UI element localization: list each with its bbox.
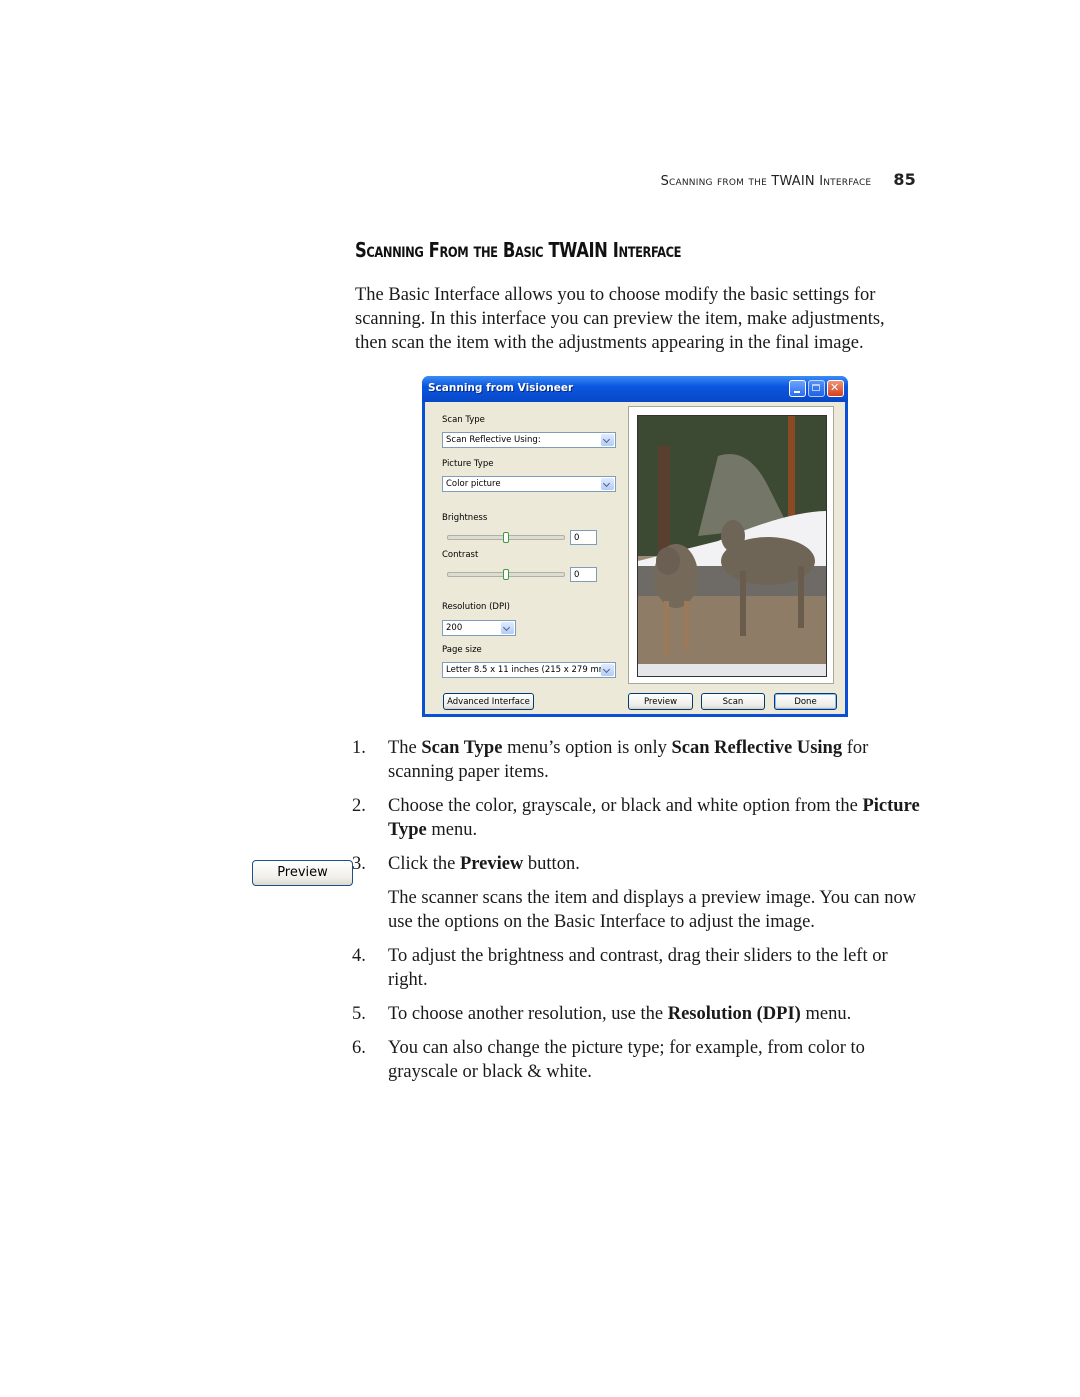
page-number: 85: [893, 170, 916, 189]
step-item: 4. To adjust the brightness and contrast,…: [352, 944, 922, 992]
ui-term: Preview: [459, 854, 524, 874]
brightness-slider[interactable]: [447, 532, 565, 543]
step-text: Click the Preview button.: [388, 852, 922, 876]
step-text-run: menu’s option is only: [502, 738, 672, 758]
contrast-slider[interactable]: [447, 569, 565, 580]
step-text-run: The: [388, 738, 422, 758]
brightness-label: Brightness: [442, 513, 488, 523]
page-size-value: Letter 8.5 x 11 inches (215 x 279 mm): [446, 665, 611, 675]
section-title: Scanning From the Basic TWAIN Interface: [355, 238, 682, 262]
preview-image: [637, 415, 827, 677]
step-text-run: To choose another resolution, use the: [388, 1004, 668, 1024]
contrast-label: Contrast: [442, 550, 479, 560]
dialog-title: Scanning from Visioneer: [428, 382, 574, 394]
picture-type-value: Color picture: [446, 479, 501, 489]
resolution-value: 200: [446, 623, 463, 633]
step-number: 1.: [352, 738, 366, 758]
step-number: 5.: [352, 1004, 366, 1024]
preview-button-illustration[interactable]: Preview: [252, 860, 353, 886]
maximize-icon[interactable]: [808, 380, 825, 397]
step-number: 3.: [352, 854, 366, 874]
step-text: You can also change the picture type; fo…: [388, 1036, 922, 1084]
resolution-select[interactable]: 200: [442, 620, 516, 636]
chevron-down-icon: [501, 622, 514, 634]
step-text: To choose another resolution, use the Re…: [388, 1002, 922, 1026]
step-text-run: menu.: [800, 1004, 852, 1024]
dialog-titlebar: Scanning from Visioneer: [422, 376, 848, 402]
picture-type-select[interactable]: Color picture: [442, 476, 616, 492]
ui-term: Scan Type: [421, 738, 503, 758]
chevron-down-icon: [601, 478, 614, 490]
contrast-value[interactable]: 0: [570, 567, 597, 582]
brightness-slider-thumb[interactable]: [503, 532, 509, 543]
resolution-label: Resolution (DPI): [442, 602, 510, 612]
scan-type-label: Scan Type: [442, 415, 485, 425]
deer-photo: [638, 416, 826, 676]
step-item: 2. Choose the color, grayscale, or black …: [352, 794, 922, 842]
done-button[interactable]: Done: [774, 693, 837, 710]
step-item: 5. To choose another resolution, use the …: [352, 1002, 922, 1026]
preview-button[interactable]: Preview: [628, 693, 693, 710]
step-number: 4.: [352, 946, 366, 966]
step-text-run: button.: [523, 854, 580, 874]
page-size-label: Page size: [442, 645, 482, 655]
brightness-value[interactable]: 0: [570, 530, 597, 545]
step-text-run: You can also change the picture type; fo…: [388, 1038, 865, 1082]
ui-term: Resolution (DPI): [667, 1004, 801, 1024]
steps-list: 1. The Scan Type menu’s option is only Sc…: [352, 736, 922, 1094]
step-text-run: To adjust the brightness and contrast, d…: [388, 946, 888, 990]
running-head-title: Scanning from the TWAIN Interface: [660, 174, 872, 189]
running-head: Scanning from the TWAIN Interface 85: [560, 170, 916, 189]
picture-type-label: Picture Type: [442, 459, 494, 469]
scan-type-select[interactable]: Scan Reflective Using:: [442, 432, 616, 448]
scan-button[interactable]: Scan: [701, 693, 765, 710]
page-size-select[interactable]: Letter 8.5 x 11 inches (215 x 279 mm): [442, 662, 616, 678]
close-icon[interactable]: [827, 380, 844, 397]
minimize-icon[interactable]: [789, 380, 806, 397]
step-item: 6. You can also change the picture type; …: [352, 1036, 922, 1084]
contrast-slider-thumb[interactable]: [503, 569, 509, 580]
step-item: 3. Click the Preview button. The scanner s…: [352, 852, 922, 934]
step-text: To adjust the brightness and contrast, d…: [388, 944, 922, 992]
step-number: 6.: [352, 1038, 366, 1058]
scan-type-value: Scan Reflective Using:: [446, 435, 541, 445]
preview-area: [628, 406, 834, 684]
chevron-down-icon: [601, 434, 614, 446]
intro-paragraph: The Basic Interface allows you to choose…: [355, 285, 885, 353]
step-text: The Scan Type menu’s option is only Scan…: [388, 736, 922, 784]
step-text-run: menu.: [426, 820, 478, 840]
advanced-interface-button[interactable]: Advanced Interface: [443, 693, 534, 710]
step-text-run: Choose the color, grayscale, or black an…: [388, 796, 863, 816]
step-text: Choose the color, grayscale, or black an…: [388, 794, 922, 842]
step-detail: The scanner scans the item and displays …: [388, 888, 917, 932]
dialog-client: Scan Type Scan Reflective Using: Picture…: [425, 402, 845, 714]
scan-dialog: Scanning from Visioneer Scan Type Scan R…: [422, 376, 848, 717]
step-item: 1. The Scan Type menu’s option is only Sc…: [352, 736, 922, 784]
step-text-run: Click the: [388, 854, 460, 874]
step-number: 2.: [352, 796, 366, 816]
chevron-down-icon: [601, 664, 614, 676]
ui-term: Scan Reflective Using: [671, 738, 843, 758]
